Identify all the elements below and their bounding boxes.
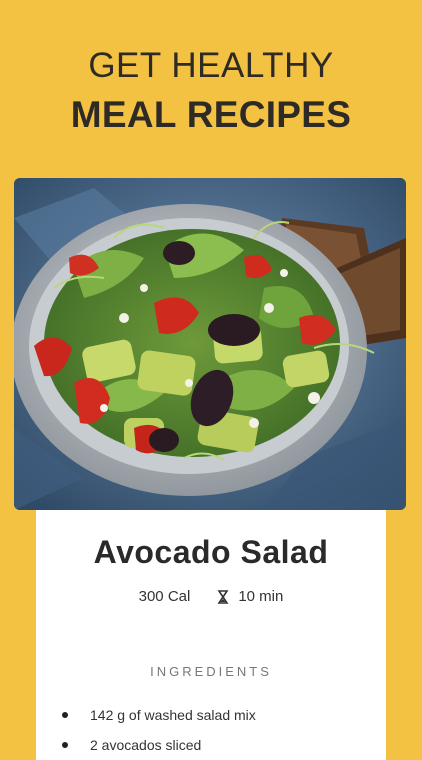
headline-line-1: GET HEALTHY xyxy=(88,46,334,85)
list-item: 142 g of washed salad mix xyxy=(62,700,256,730)
headline-line-2: MEAL RECIPES xyxy=(70,94,352,135)
time-info: 10 min xyxy=(216,588,283,605)
time-value: 10 min xyxy=(238,588,284,605)
ingredients-heading: INGREDIENTS xyxy=(150,664,272,679)
calories-info: 300 Cal xyxy=(139,588,191,605)
recipe-title: Avocado Salad xyxy=(93,534,329,570)
ingredients-list: 142 g of washed salad mix 2 avocados sli… xyxy=(62,700,256,760)
list-item: 2 avocados sliced xyxy=(62,730,256,760)
bullet-icon xyxy=(62,742,68,748)
recipe-photo xyxy=(14,178,406,510)
bullet-icon xyxy=(62,712,68,718)
ingredient-text: 2 avocados sliced xyxy=(90,737,202,753)
salad-bowl-illustration xyxy=(14,178,406,510)
timer-icon xyxy=(217,589,229,604)
calories-value: 300 Cal xyxy=(138,588,191,605)
recipe-meta: 300 Cal 10 min xyxy=(36,588,386,605)
ingredient-text: 142 g of washed salad mix xyxy=(90,707,256,723)
